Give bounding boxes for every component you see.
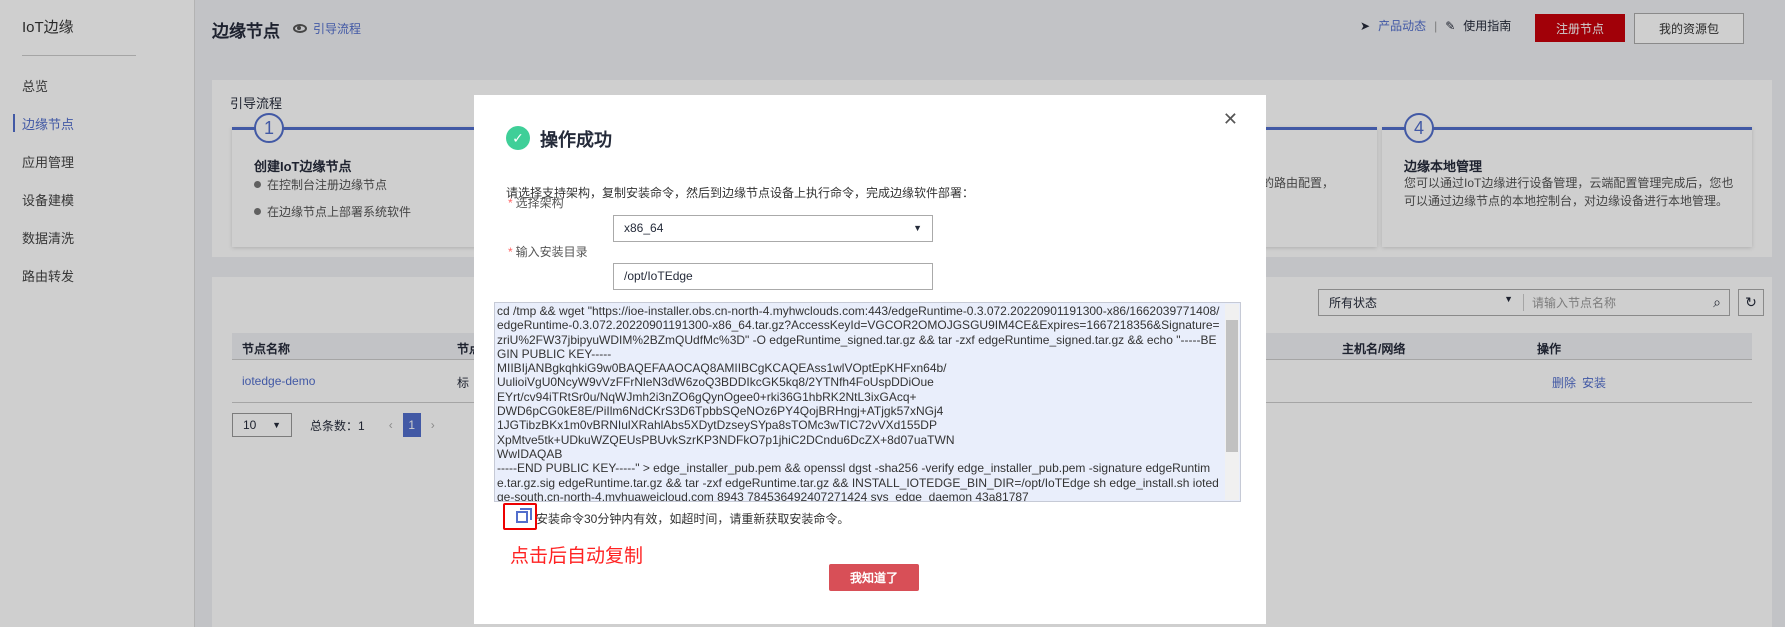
success-dialog: ✕ ✓ 操作成功 请选择支持架构，复制安装命令，然后到边缘节点设备上执行命令，完… [474,95,1266,624]
install-dir-input[interactable]: /opt/IoTEdge [613,263,933,290]
copy-button[interactable] [503,503,537,530]
install-command-textarea[interactable]: cd /tmp && wget "https://ioe-installer.o… [494,302,1241,502]
scrollbar[interactable] [1225,304,1239,500]
validity-tip: 安装命令30分钟内有效，如超时间，请重新获取安装命令。 [536,512,850,526]
got-it-button[interactable]: 我知道了 [829,564,919,591]
dialog-title: 操作成功 [540,130,612,150]
success-check-icon: ✓ [506,126,530,150]
copy-icon [516,508,532,523]
dir-label: * 输入安装目录 [508,245,588,259]
arch-label: * 选择架构 [508,196,564,210]
annotation-text: 点击后自动复制 [510,546,644,567]
chevron-down-icon: ▼ [913,223,922,233]
dialog-description: 请选择支持架构，复制安装命令，然后到边缘节点设备上执行命令，完成边缘软件部署： [506,186,975,200]
arch-select[interactable]: x86_64 ▼ [613,215,933,242]
close-icon[interactable]: ✕ [1223,109,1238,130]
